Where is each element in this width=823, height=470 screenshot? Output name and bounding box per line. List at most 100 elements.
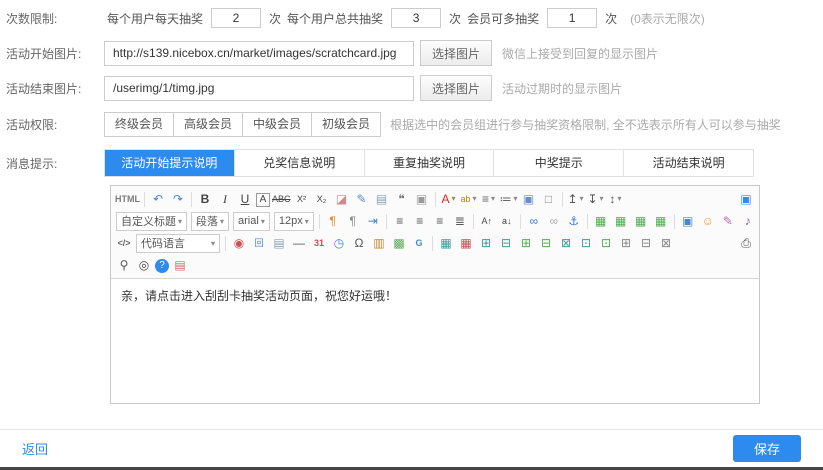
direction-ltr-icon[interactable]: ¶ bbox=[324, 212, 342, 230]
end-image-hint: 活动过期时的显示图片 bbox=[502, 80, 622, 97]
template-icon[interactable]: ▤ bbox=[270, 234, 288, 252]
align-center-icon[interactable]: ≡ bbox=[411, 212, 429, 230]
music-icon[interactable]: ♪ bbox=[739, 212, 756, 230]
anchor-icon[interactable]: ⚓ bbox=[565, 212, 583, 230]
message-tip-label: 消息提示: bbox=[6, 155, 104, 172]
special-chars-icon[interactable]: Ω bbox=[350, 234, 368, 252]
member-extra-draws-input[interactable] bbox=[547, 8, 597, 28]
tab-activity-end[interactable]: 活动结束说明 bbox=[624, 150, 753, 176]
link-icon[interactable]: ∞ bbox=[525, 212, 543, 230]
delete-table-icon[interactable]: ▦ bbox=[457, 234, 475, 252]
tab-redeem-info[interactable]: 兑奖信息说明 bbox=[235, 150, 365, 176]
merge-cells-icon[interactable]: ⊠ bbox=[557, 234, 575, 252]
source-code-button[interactable]: HTML bbox=[115, 190, 140, 208]
insert-image-icon[interactable]: ▣ bbox=[679, 212, 697, 230]
direction-rtl-icon[interactable]: ¶ bbox=[344, 212, 362, 230]
back-button[interactable]: 返回 bbox=[22, 439, 48, 458]
lowercase-icon[interactable]: a↓ bbox=[498, 212, 516, 230]
auto-typeset-icon[interactable]: ▤ bbox=[373, 190, 391, 208]
print-icon[interactable]: ⎙ bbox=[737, 234, 755, 252]
member-option-top[interactable]: 终级会员 bbox=[104, 112, 174, 137]
font-border-icon[interactable]: A bbox=[256, 193, 270, 207]
format-painter-icon[interactable]: ✎ bbox=[353, 190, 371, 208]
merge-down-icon[interactable]: ⊡ bbox=[597, 234, 615, 252]
strikethrough-icon[interactable]: ABC bbox=[272, 190, 291, 208]
uppercase-icon[interactable]: A↑ bbox=[478, 212, 496, 230]
extra-unit-label: 次 bbox=[605, 10, 617, 27]
total-draws-input[interactable] bbox=[391, 8, 441, 28]
start-image-url-input[interactable] bbox=[104, 41, 414, 66]
ordered-list-icon[interactable]: ≡▾ bbox=[480, 190, 498, 208]
highlight-color-icon[interactable]: ab▾ bbox=[460, 190, 478, 208]
choose-start-image-button[interactable]: 选择图片 bbox=[420, 40, 492, 66]
help-icon[interactable]: ? bbox=[155, 259, 169, 273]
unlink-icon[interactable]: ∞ bbox=[545, 212, 563, 230]
redo-icon[interactable]: ↷ bbox=[169, 190, 187, 208]
insert-code-icon[interactable]: </> bbox=[115, 234, 133, 252]
chart-icon[interactable]: ▥ bbox=[370, 234, 388, 252]
split-cells-icon[interactable]: ⊞ bbox=[617, 234, 635, 252]
font-size-select[interactable]: 12px▾ bbox=[274, 212, 314, 231]
image-right-icon[interactable]: ▦ bbox=[652, 212, 670, 230]
member-option-middle[interactable]: 中级会员 bbox=[242, 112, 312, 137]
blockquote-icon[interactable]: ❝ bbox=[393, 190, 411, 208]
end-image-url-input[interactable] bbox=[104, 76, 414, 101]
image-left-icon[interactable]: ▦ bbox=[612, 212, 630, 230]
align-justify-icon[interactable]: ≣ bbox=[451, 212, 469, 230]
time-icon[interactable]: ◷ bbox=[330, 234, 348, 252]
choose-end-image-button[interactable]: 选择图片 bbox=[420, 75, 492, 101]
drafts-icon[interactable]: ▤ bbox=[171, 256, 189, 274]
member-option-junior[interactable]: 初级会员 bbox=[311, 112, 381, 137]
emotion-icon[interactable]: ☺ bbox=[699, 212, 717, 230]
merge-right-icon[interactable]: ⊡ bbox=[577, 234, 595, 252]
google-map-icon[interactable]: G bbox=[410, 234, 428, 252]
iframe-icon[interactable]: 回 bbox=[250, 234, 268, 252]
remove-format-icon[interactable]: ◪ bbox=[333, 190, 351, 208]
insert-table-icon[interactable]: ▦ bbox=[437, 234, 455, 252]
tab-activity-start-tip[interactable]: 活动开始提示说明 bbox=[105, 150, 235, 176]
tab-repeat-draw[interactable]: 重复抽奖说明 bbox=[365, 150, 495, 176]
tab-win-tip[interactable]: 中奖提示 bbox=[494, 150, 624, 176]
clear-doc-icon[interactable]: □ bbox=[540, 190, 558, 208]
custom-style-select[interactable]: 自定义标题▾ bbox=[116, 212, 187, 231]
paste-plain-icon[interactable]: ▣ bbox=[413, 190, 431, 208]
map-icon[interactable]: ▩ bbox=[390, 234, 408, 252]
select-all-icon[interactable]: ▣ bbox=[520, 190, 538, 208]
webapp-icon[interactable]: ◉ bbox=[230, 234, 248, 252]
insert-row-icon[interactable]: ⊞ bbox=[477, 234, 495, 252]
paragraph-select[interactable]: 段落▾ bbox=[191, 212, 229, 231]
line-height-icon[interactable]: ↕▾ bbox=[607, 190, 625, 208]
insert-col-icon[interactable]: ⊞ bbox=[517, 234, 535, 252]
subscript-icon[interactable]: X₂ bbox=[313, 190, 331, 208]
fullscreen-icon[interactable]: ▣ bbox=[737, 190, 755, 208]
save-button[interactable]: 保存 bbox=[733, 435, 801, 462]
preview-icon[interactable]: ◎ bbox=[135, 256, 153, 274]
undo-icon[interactable]: ↶ bbox=[149, 190, 167, 208]
indent-icon[interactable]: ⇥ bbox=[364, 212, 382, 230]
unordered-list-icon[interactable]: ≔▾ bbox=[500, 190, 518, 208]
underline-icon[interactable]: U bbox=[236, 190, 254, 208]
delete-row-icon[interactable]: ⊟ bbox=[497, 234, 515, 252]
date-icon[interactable]: 31 bbox=[310, 234, 328, 252]
split-cols-icon[interactable]: ⊠ bbox=[657, 234, 675, 252]
code-language-select[interactable]: 代码语言▾ bbox=[136, 234, 220, 253]
bold-icon[interactable]: B bbox=[196, 190, 214, 208]
member-option-senior[interactable]: 高级会员 bbox=[173, 112, 243, 137]
row-spacing-bottom-icon[interactable]: ↧▾ bbox=[587, 190, 605, 208]
superscript-icon[interactable]: X² bbox=[293, 190, 311, 208]
editor-body[interactable]: 亲，请点击进入刮刮卡抽奖活动页面，祝您好运哦！ bbox=[111, 279, 759, 403]
font-family-select[interactable]: arial▾ bbox=[233, 212, 270, 231]
image-none-icon[interactable]: ▦ bbox=[592, 212, 610, 230]
split-rows-icon[interactable]: ⊟ bbox=[637, 234, 655, 252]
search-replace-icon[interactable]: ⚲ bbox=[115, 256, 133, 274]
font-color-icon[interactable]: A▾ bbox=[440, 190, 458, 208]
align-right-icon[interactable]: ≡ bbox=[431, 212, 449, 230]
scrawl-icon[interactable]: ✎ bbox=[719, 212, 737, 230]
delete-col-icon[interactable]: ⊟ bbox=[537, 234, 555, 252]
italic-icon[interactable]: I bbox=[216, 190, 234, 208]
align-left-icon[interactable]: ≡ bbox=[391, 212, 409, 230]
image-center-icon[interactable]: ▦ bbox=[632, 212, 650, 230]
per-day-draws-input[interactable] bbox=[211, 8, 261, 28]
row-spacing-top-icon[interactable]: ↥▾ bbox=[567, 190, 585, 208]
horizontal-rule-icon[interactable]: — bbox=[290, 234, 308, 252]
